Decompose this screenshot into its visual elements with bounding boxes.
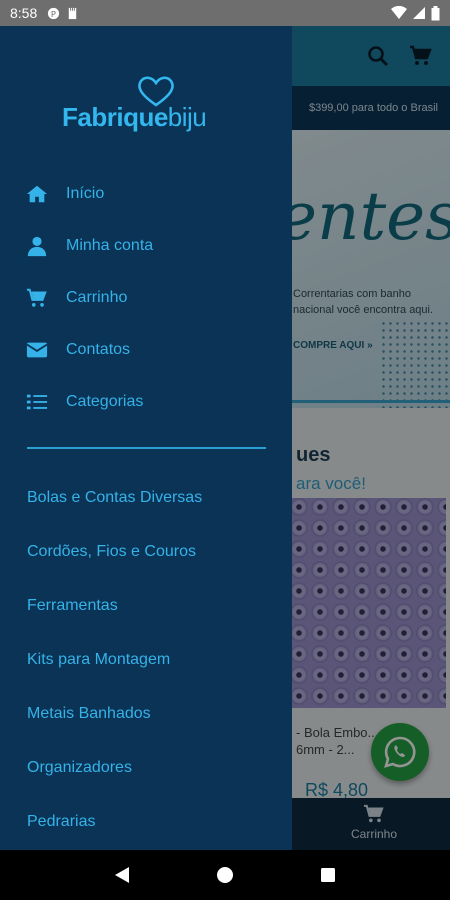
- status-bar: 8:58 P: [0, 0, 450, 26]
- wifi-icon: [391, 6, 407, 19]
- menu-item-label: Categorias: [66, 393, 144, 410]
- menu-item-inicio[interactable]: Início: [0, 168, 292, 220]
- cart-icon: [26, 288, 47, 307]
- menu-item-label: Início: [66, 185, 105, 202]
- category-list: Bolas e Contas Diversas Cordões, Fios e …: [0, 471, 292, 849]
- recents-button[interactable]: [316, 863, 340, 887]
- screen: 8:58 P $399,00 para todo o Brasil entes …: [0, 0, 450, 900]
- category-item[interactable]: Pedrarias: [0, 795, 292, 849]
- notification-icon: P: [48, 7, 60, 19]
- storage-icon: [69, 7, 77, 19]
- status-time: 8:58: [10, 5, 38, 21]
- drawer-divider: [27, 447, 266, 449]
- recents-square-icon: [321, 868, 336, 882]
- svg-text:P: P: [51, 8, 56, 18]
- menu-item-label: Contatos: [66, 341, 131, 358]
- menu-item-categorias[interactable]: Categorias: [0, 376, 292, 428]
- menu-item-contatos[interactable]: Contatos: [0, 324, 292, 376]
- menu-item-minha-conta[interactable]: Minha conta: [0, 220, 292, 272]
- menu-item-carrinho[interactable]: Carrinho: [0, 272, 292, 324]
- back-triangle-icon: [114, 867, 129, 883]
- signal-icon: [413, 7, 425, 19]
- home-button[interactable]: [213, 863, 237, 887]
- navigation-drawer: Fabriquebiju Início Minha conta Carrinho…: [0, 26, 292, 850]
- back-button[interactable]: [110, 863, 134, 887]
- category-item[interactable]: Bolas e Contas Diversas: [0, 471, 292, 525]
- home-icon: [26, 185, 48, 203]
- category-item[interactable]: Cordões, Fios e Couros: [0, 525, 292, 579]
- list-icon: [26, 394, 48, 410]
- battery-icon: [431, 5, 440, 20]
- brand-wordmark-bold: Fabrique: [62, 102, 168, 132]
- category-item[interactable]: Kits para Montagem: [0, 633, 292, 687]
- home-circle-icon: [216, 867, 233, 883]
- menu-item-label: Carrinho: [66, 289, 128, 306]
- drawer-menu: Início Minha conta Carrinho Contatos Cat…: [0, 168, 292, 428]
- category-item[interactable]: Organizadores: [0, 741, 292, 795]
- menu-item-label: Minha conta: [66, 237, 154, 254]
- brand-wordmark: Fabriquebiju: [62, 102, 207, 133]
- category-item[interactable]: Ferramentas: [0, 579, 292, 633]
- envelope-icon: [26, 342, 48, 358]
- brand-logo: Fabriquebiju: [62, 74, 242, 134]
- brand-wordmark-light: biju: [167, 102, 207, 132]
- system-nav-bar: [0, 850, 450, 900]
- category-item[interactable]: Metais Banhados: [0, 687, 292, 741]
- user-icon: [27, 236, 47, 257]
